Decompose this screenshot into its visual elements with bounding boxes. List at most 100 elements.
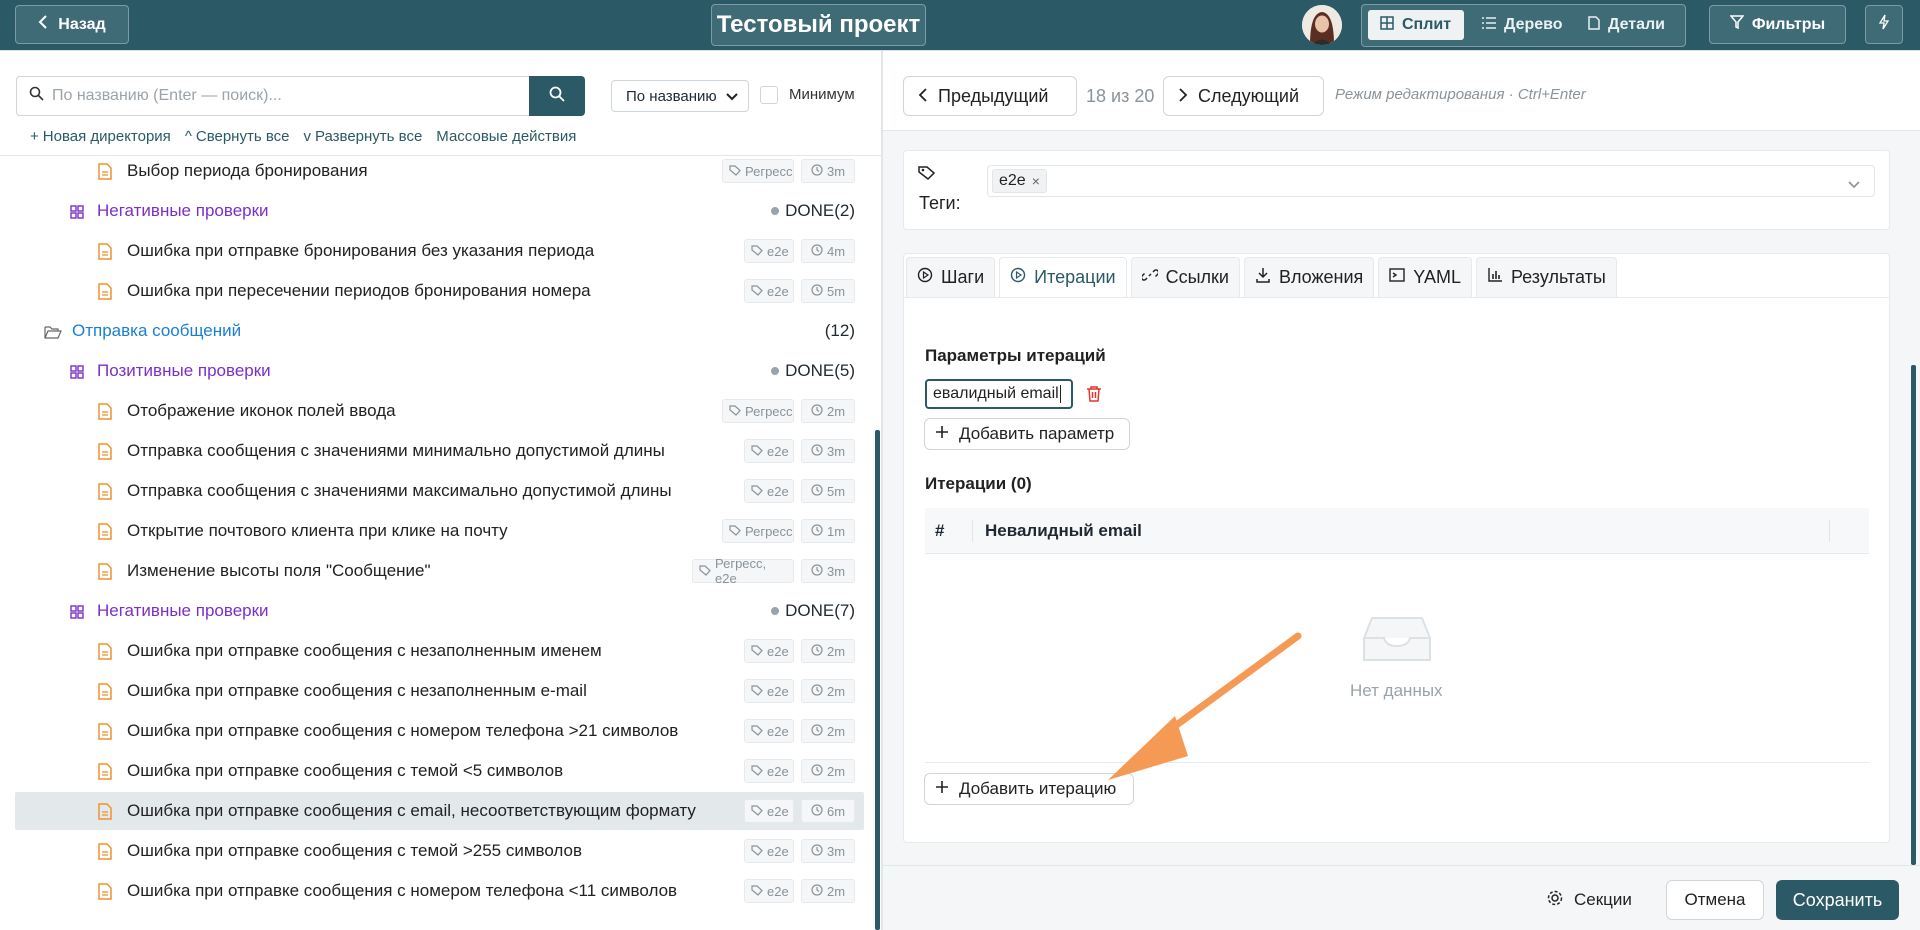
- project-title[interactable]: Тестовый проект: [711, 4, 926, 46]
- clock-icon: [811, 403, 823, 419]
- tree-row-test-case[interactable]: Ошибка при отправке сообщения с номером …: [15, 712, 864, 750]
- tree-row-test-case[interactable]: Ошибка при отправке сообщения с email, н…: [15, 792, 864, 830]
- tab-content: [903, 297, 1890, 298]
- add-iteration-button[interactable]: Добавить итерацию: [924, 773, 1134, 805]
- clock-icon: [811, 683, 823, 699]
- tree-row-test-case[interactable]: Отправка сообщения с значениями максимал…: [15, 472, 864, 510]
- filters-label: Фильтры: [1751, 15, 1826, 33]
- quick-action-button[interactable]: [1865, 5, 1903, 44]
- sort-select[interactable]: По названию: [611, 80, 749, 112]
- save-label: Сохранить: [1792, 889, 1883, 910]
- right-scrollbar[interactable]: [1911, 365, 1916, 865]
- duration-badge: 2m: [801, 759, 855, 783]
- cancel-button[interactable]: Отмена: [1666, 880, 1764, 920]
- tree-row-test-case[interactable]: Ошибка при отправке сообщения с темой >2…: [15, 832, 864, 870]
- folder-count: (12): [824, 321, 855, 340]
- save-button[interactable]: Сохранить: [1776, 880, 1899, 920]
- duration-badge: 2m: [801, 719, 855, 743]
- previous-label: Предыдущий: [938, 85, 1049, 106]
- tag-icon: [751, 244, 763, 259]
- empty-state-text: Нет данных: [1350, 681, 1443, 700]
- minimum-checkbox[interactable]: [760, 86, 778, 104]
- lightning-icon: [1878, 14, 1890, 35]
- duration-badge: 6m: [801, 799, 855, 823]
- tree-row-test-case[interactable]: Ошибка при пересечении периодов брониров…: [15, 272, 864, 310]
- tree-row-test-case[interactable]: Отправка сообщения с значениями минималь…: [15, 432, 864, 470]
- tree-row-test-case[interactable]: Изменение высоты поля "Сообщение" Регресс…: [15, 552, 864, 590]
- add-param-button[interactable]: Добавить параметр: [924, 418, 1130, 450]
- tags-badge: e2e: [744, 239, 794, 263]
- tree-row-test-case[interactable]: Ошибка при отправке сообщения с незаполн…: [15, 632, 864, 670]
- duration-text: 2m: [826, 763, 846, 779]
- tab-yaml[interactable]: YAML: [1378, 257, 1472, 297]
- clock-icon: [811, 763, 823, 779]
- tab-iterations[interactable]: Итерации: [999, 257, 1127, 297]
- tag-icon: [751, 444, 763, 459]
- new-directory-button[interactable]: + Новая директория: [30, 128, 171, 145]
- tree-row-test-case[interactable]: Выбор периода бронирования Регресс 3m: [15, 156, 864, 190]
- tree-row-test-case[interactable]: Открытие почтового клиента при клике на …: [15, 512, 864, 550]
- column-invalid-email: Невалидный email: [985, 521, 1142, 540]
- test-case-tree: Выбор периода бронирования Регресс 3m Негат…: [0, 156, 881, 930]
- tree-row-test-case[interactable]: Ошибка при отправке сообщения с темой <5…: [15, 752, 864, 790]
- sections-button[interactable]: Секции: [1536, 881, 1654, 919]
- search-icon: [549, 86, 565, 107]
- document-icon: [98, 643, 112, 665]
- test-case-title: Открытие почтового клиента при клике на …: [127, 521, 508, 540]
- chevron-left-icon: [918, 86, 928, 107]
- view-details-button[interactable]: Детали: [1576, 10, 1677, 40]
- empty-inbox-icon: [1362, 614, 1432, 669]
- document-icon: [98, 883, 112, 905]
- tree-row-folder[interactable]: Отправка сообщений (12): [15, 312, 864, 350]
- clock-icon: [811, 483, 823, 499]
- tag-icon: [751, 484, 763, 499]
- tags-badge: e2e: [744, 439, 794, 463]
- expand-all-button[interactable]: v Развернуть все: [303, 128, 422, 145]
- clock-icon: [811, 803, 823, 819]
- tags-badge: e2e: [744, 719, 794, 743]
- param-name-input[interactable]: евалидный email: [925, 379, 1073, 409]
- tags-text: e2e: [767, 763, 789, 779]
- search-input[interactable]: По названию (Enter — поиск)...: [16, 76, 530, 116]
- test-case-title: Ошибка при отправке сообщения с незаполн…: [127, 641, 602, 660]
- tree-row-group[interactable]: Негативные проверки DONE(7): [15, 592, 864, 630]
- collapse-all-button[interactable]: ^ Свернуть все: [185, 128, 290, 145]
- status-dot: [771, 207, 780, 215]
- next-button[interactable]: Следующий: [1163, 76, 1324, 116]
- tree-row-test-case[interactable]: Ошибка при отправке бронирования без ука…: [15, 232, 864, 270]
- plus-icon: [935, 424, 949, 444]
- document-icon: [98, 763, 112, 785]
- avatar[interactable]: [1302, 5, 1342, 45]
- tags-badge: e2e: [744, 799, 794, 823]
- test-case-title: Изменение высоты поля "Сообщение": [127, 561, 431, 580]
- tags-card: Теги: e2e ×: [903, 150, 1890, 230]
- tree-row-test-case[interactable]: Ошибка при отправке сообщения с незаполн…: [15, 672, 864, 710]
- tab-results[interactable]: Результаты: [1475, 257, 1617, 297]
- split-icon: [1380, 15, 1394, 35]
- document-icon: [98, 483, 112, 505]
- tab-links[interactable]: Ссылки: [1130, 257, 1240, 297]
- view-split-button[interactable]: Сплит: [1368, 10, 1464, 40]
- tree-row-group[interactable]: Позитивные проверки DONE(5): [15, 352, 864, 390]
- document-icon: [98, 443, 112, 465]
- tag-icon: [751, 884, 763, 899]
- tab-attachments[interactable]: Вложения: [1243, 257, 1375, 297]
- back-button[interactable]: Назад: [15, 5, 129, 44]
- view-tree-button[interactable]: Дерево: [1470, 10, 1575, 40]
- trash-icon[interactable]: [1086, 385, 1102, 408]
- tree-scrollbar[interactable]: [875, 430, 880, 930]
- tags-badge: e2e: [744, 759, 794, 783]
- close-icon[interactable]: ×: [1032, 173, 1040, 189]
- previous-button[interactable]: Предыдущий: [903, 76, 1077, 116]
- tree-row-test-case[interactable]: Отображение иконок полей ввода Регресс 2m: [15, 392, 864, 430]
- tree-row-group[interactable]: Негативные проверки DONE(2): [15, 192, 864, 230]
- tab-steps[interactable]: Шаги: [906, 257, 996, 297]
- filters-button[interactable]: Фильтры: [1709, 5, 1846, 44]
- bulk-actions-button[interactable]: Массовые действия: [436, 128, 576, 145]
- chevron-down-icon: v: [303, 128, 311, 145]
- tags-select[interactable]: e2e ×: [987, 165, 1875, 197]
- status-badge: DONE(2): [771, 201, 855, 221]
- tree-row-test-case[interactable]: Ошибка при отправке сообщения с номером …: [15, 872, 864, 910]
- view-mode-switch: Сплит Дерево Детали: [1361, 4, 1686, 47]
- search-button[interactable]: [529, 76, 585, 116]
